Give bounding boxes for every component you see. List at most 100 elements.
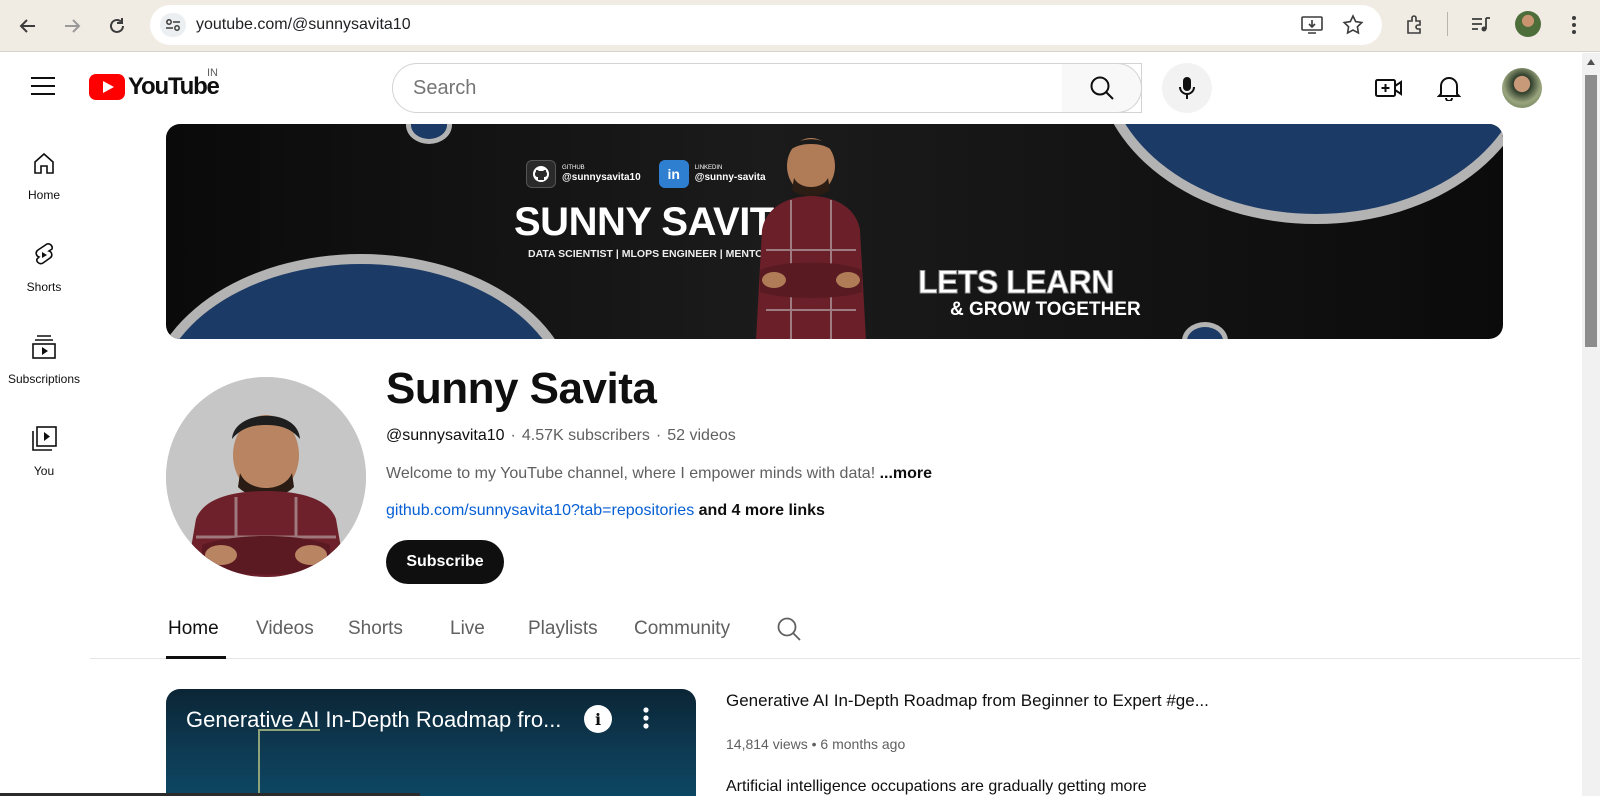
create-button[interactable] — [1372, 71, 1406, 105]
more-options-icon[interactable] — [641, 704, 651, 734]
sidebar-item-label: Shorts — [26, 280, 62, 294]
country-code: IN — [207, 67, 218, 79]
player-title: Generative AI In-Depth Roadmap fro... — [186, 707, 562, 732]
extensions-icon[interactable] — [1400, 10, 1430, 40]
sidebar-item-home[interactable]: Home — [0, 130, 88, 210]
back-button[interactable] — [14, 12, 42, 40]
channel-primary-link[interactable]: github.com/sunnysavita10?tab=repositorie… — [386, 502, 694, 519]
banner-decor-circle — [1182, 322, 1228, 339]
channel-avatar[interactable] — [166, 377, 366, 577]
channel-links: github.com/sunnysavita10?tab=repositorie… — [386, 502, 825, 520]
scrollbar-thumb[interactable] — [1585, 75, 1597, 347]
youtube-wordmark: YouTube — [128, 73, 220, 100]
banner-decor-circle — [406, 124, 452, 144]
featured-video-description: Artificial intelligence occupations are … — [726, 778, 1147, 795]
channel-name: Sunny Savita — [386, 364, 657, 413]
subscriber-count: 4.57K subscribers — [521, 427, 650, 444]
channel-banner: GITHUB @sunnysavita10 in LINKEDIN @sunny-s… — [166, 124, 1503, 339]
create-video-icon — [1375, 79, 1402, 97]
subscriptions-icon — [29, 332, 59, 362]
upload-age: 6 months ago — [820, 736, 906, 752]
page-scrollbar[interactable] — [1582, 53, 1600, 796]
channel-description[interactable]: Welcome to my YouTube channel, where I e… — [386, 465, 932, 483]
site-info-icon[interactable] — [160, 13, 186, 37]
channel-avatar-image — [166, 377, 366, 577]
bookmark-star-icon[interactable] — [1338, 10, 1368, 40]
youtube-logo[interactable]: YouTube IN — [89, 67, 220, 101]
subscribe-button[interactable]: Subscribe — [386, 540, 504, 584]
address-bar[interactable]: youtube.com/@sunnysavita10 — [150, 5, 1382, 45]
notifications-button[interactable] — [1432, 71, 1466, 105]
bell-icon — [1437, 77, 1461, 101]
banner-slogan-line2: & GROW TOGETHER — [950, 299, 1141, 320]
github-icon — [526, 160, 556, 188]
voice-search-button[interactable] — [1162, 63, 1212, 113]
toolbar-separator — [1447, 12, 1448, 36]
video-count: 52 videos — [667, 427, 736, 444]
banner-tagline: DATA SCIENTIST | MLOPS ENGINEER | MENTOR — [528, 248, 771, 260]
sidebar-item-label: You — [33, 464, 55, 478]
forward-arrow-icon — [65, 19, 81, 33]
banner-socials: GITHUB @sunnysavita10 in LINKEDIN @sunny-s… — [526, 160, 766, 188]
guide-menu-icon[interactable] — [30, 75, 60, 101]
github-caption: GITHUB — [562, 164, 585, 171]
more-links-button[interactable]: and 4 more links — [699, 502, 825, 519]
shorts-icon — [29, 240, 59, 270]
tab-home[interactable]: Home — [168, 618, 219, 640]
youtube-play-icon — [89, 74, 125, 100]
featured-video-player[interactable]: Generative AI In-Depth Roadmap fro... i — [166, 689, 696, 796]
tab-shorts[interactable]: Shorts — [348, 618, 403, 640]
github-handle: @sunnysavita10 — [562, 171, 641, 183]
description-text: Welcome to my YouTube channel, where I e… — [386, 465, 876, 482]
info-icon[interactable]: i — [584, 705, 612, 733]
search-input[interactable] — [393, 64, 1141, 112]
thumbnail-decor-line — [258, 729, 320, 796]
sidebar-item-shorts[interactable]: Shorts — [0, 222, 88, 302]
tab-videos[interactable]: Videos — [256, 618, 314, 640]
address-url: youtube.com/@sunnysavita10 — [196, 16, 411, 33]
back-arrow-icon — [19, 19, 35, 33]
microphone-icon — [1179, 77, 1195, 99]
description-more-link[interactable]: ...more — [880, 465, 932, 482]
channel-tabs: Home Videos Shorts Live Playlists Commun… — [90, 600, 1580, 659]
media-controls-icon[interactable] — [1466, 10, 1496, 40]
search-icon — [1090, 76, 1114, 100]
banner-decor-circle — [1096, 124, 1503, 224]
linkedin-caption: LINKEDIN — [694, 164, 723, 171]
banner-decor-circle — [166, 254, 576, 339]
banner-slogan-line1: LETS LEARN — [918, 264, 1115, 301]
tab-live[interactable]: Live — [450, 618, 485, 640]
tab-community[interactable]: Community — [634, 618, 730, 640]
banner-person-image — [756, 138, 866, 339]
featured-video-meta: 14,814 views • 6 months ago — [726, 736, 905, 752]
sidebar-item-you[interactable]: You — [0, 406, 88, 486]
linkedin-icon: in — [658, 160, 689, 188]
browser-profile-avatar[interactable] — [1515, 11, 1541, 37]
channel-meta: @sunnysavita10 · 4.57K subscribers · 52 … — [386, 427, 736, 445]
reload-button[interactable] — [103, 12, 131, 40]
search-box — [392, 63, 1142, 113]
scroll-up-arrow-icon[interactable] — [1587, 59, 1595, 65]
reload-icon — [110, 18, 124, 33]
featured-video-title[interactable]: Generative AI In-Depth Roadmap from Begi… — [726, 691, 1209, 711]
home-icon — [29, 148, 59, 178]
banner-github: GITHUB @sunnysavita10 — [526, 160, 641, 188]
meta-separator: · — [655, 427, 662, 444]
you-icon — [29, 424, 59, 454]
youtube-header: YouTube IN — [0, 53, 1580, 123]
tab-playlists[interactable]: Playlists — [528, 618, 598, 640]
view-count: 14,814 views — [726, 736, 808, 752]
search-button[interactable] — [1062, 63, 1142, 113]
forward-button[interactable] — [58, 12, 86, 40]
channel-handle: @sunnysavita10 — [386, 427, 505, 444]
sidebar-item-subscriptions[interactable]: Subscriptions — [0, 314, 88, 394]
meta-separator: · — [510, 427, 516, 444]
browser-menu-icon[interactable] — [1559, 10, 1589, 40]
sidebar-item-label: Home — [27, 188, 60, 202]
account-avatar[interactable] — [1502, 68, 1542, 108]
install-app-icon[interactable] — [1297, 10, 1327, 40]
browser-toolbar: youtube.com/@sunnysavita10 — [0, 0, 1600, 52]
active-tab-indicator — [166, 656, 226, 659]
sidebar-item-label: Subscriptions — [7, 372, 81, 386]
channel-search-icon[interactable] — [776, 616, 804, 644]
